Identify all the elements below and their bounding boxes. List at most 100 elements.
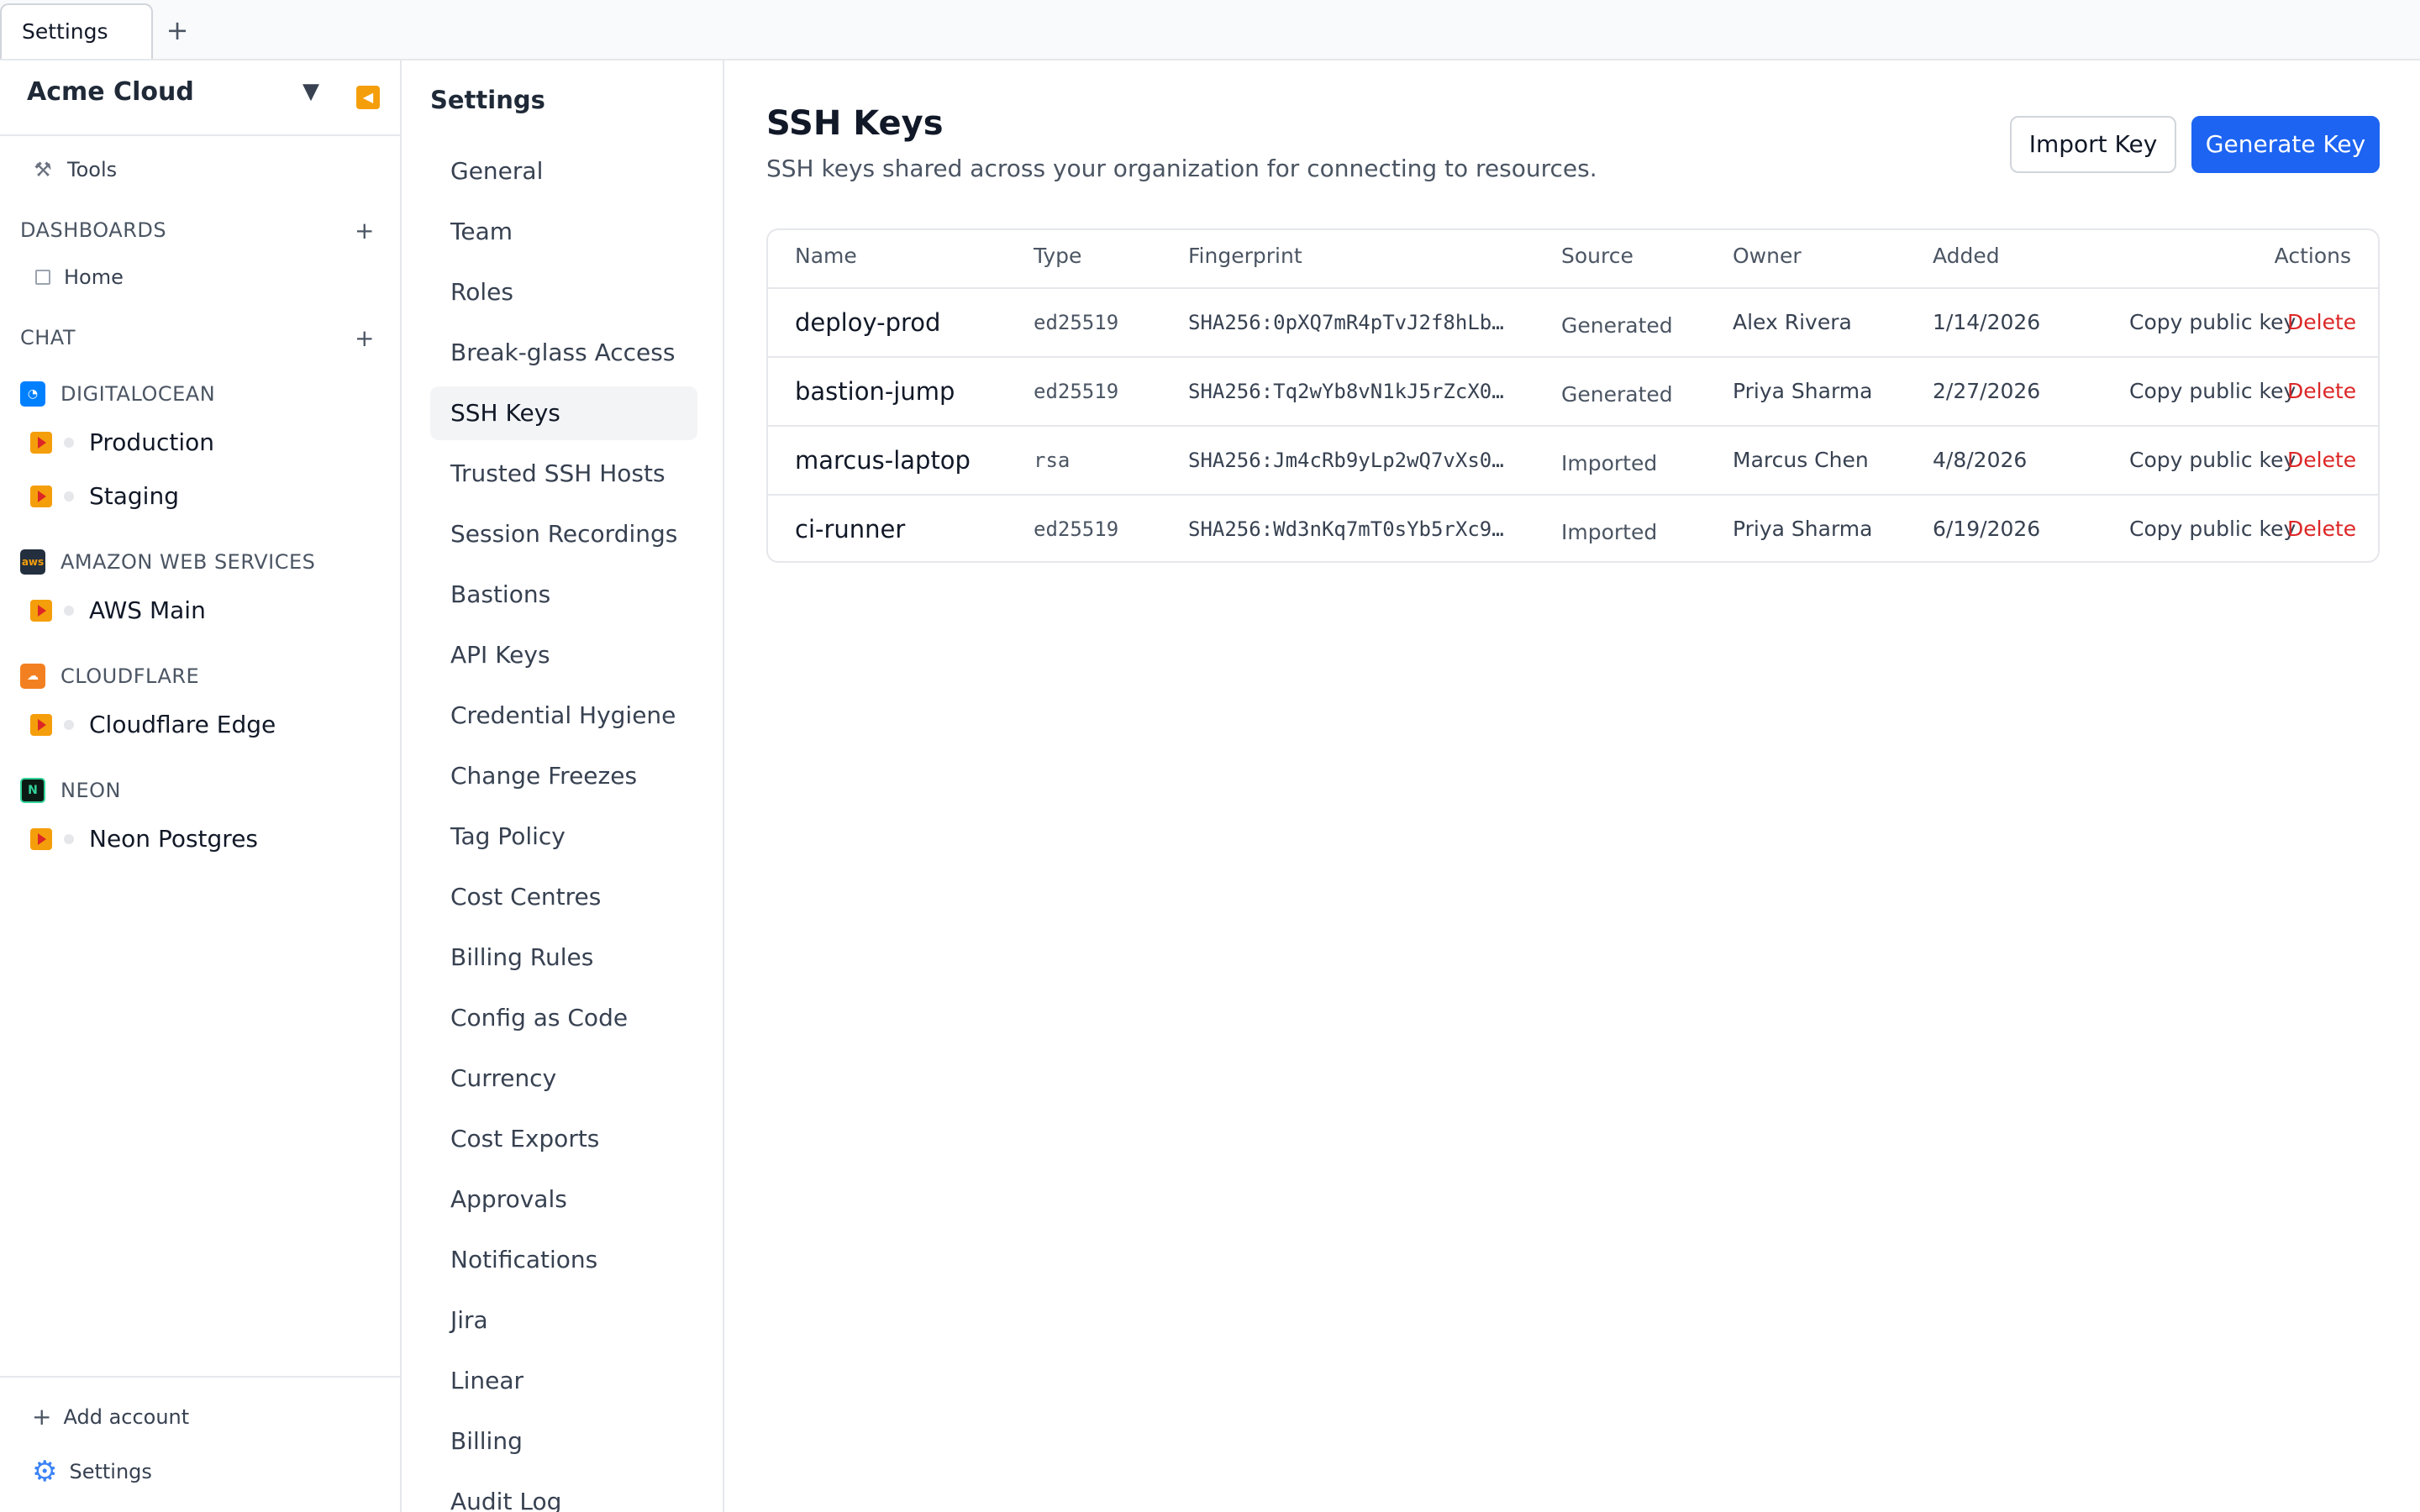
settings-nav-item[interactable]: Change Freezes: [430, 749, 697, 803]
copy-public-key-button[interactable]: Copy public key: [2129, 427, 2296, 494]
resource-icon: [30, 431, 52, 454]
settings-nav-item[interactable]: Cost Centres: [430, 870, 697, 924]
settings-nav-item[interactable]: Currency: [430, 1052, 697, 1105]
collapse-sidebar-icon[interactable]: ◀: [356, 86, 380, 109]
add-dashboard-button[interactable]: +: [355, 217, 374, 244]
status-dot: [64, 719, 74, 730]
settings-nav-item[interactable]: Config as Code: [430, 991, 697, 1045]
settings-nav-item-active[interactable]: SSH Keys: [430, 386, 697, 440]
section-title: CHAT: [20, 326, 76, 349]
sidebar-item-label: Tools: [67, 158, 118, 181]
resource-label: Production: [89, 428, 214, 456]
settings-nav-item[interactable]: Notifications: [430, 1233, 697, 1287]
resource-icon: [30, 485, 52, 507]
copy-public-key-button[interactable]: Copy public key: [2129, 496, 2296, 561]
tab-bar: Settings +: [0, 0, 2420, 60]
add-account-button[interactable]: + Add account: [32, 1403, 189, 1431]
key-added: 2/27/2026: [1933, 379, 2041, 403]
provider-neon[interactable]: N NEON: [20, 778, 121, 803]
resource-icon: [30, 713, 52, 736]
provider-name: CLOUDFLARE: [60, 664, 200, 688]
key-name: bastion-jump: [795, 377, 955, 406]
settings-nav-item[interactable]: Approvals: [430, 1173, 697, 1226]
delete-key-button[interactable]: Delete: [2287, 496, 2356, 561]
settings-nav-item[interactable]: Team: [430, 205, 697, 259]
resource-item[interactable]: AWS Main: [30, 596, 206, 624]
add-chat-button[interactable]: +: [355, 324, 374, 352]
add-account-label: Add account: [63, 1404, 190, 1429]
chat-section-header: CHAT: [20, 326, 76, 349]
settings-nav-title: Settings: [430, 86, 545, 114]
settings-nav: Settings General Team Roles Break-glass …: [403, 60, 724, 1512]
key-name: ci-runner: [795, 515, 906, 543]
new-tab-button[interactable]: +: [165, 13, 190, 47]
aws-logo-icon: aws: [20, 549, 45, 575]
key-owner: Marcus Chen: [1733, 448, 1869, 472]
page-title: SSH Keys: [766, 104, 944, 143]
column-header-added: Added: [1933, 244, 2000, 268]
key-type: ed25519: [1034, 380, 1119, 403]
resource-icon: [30, 599, 52, 622]
key-name: deploy-prod: [795, 308, 941, 337]
key-owner: Priya Sharma: [1733, 517, 1873, 541]
key-fingerprint: SHA256:Tq2wYb8vN1kJ5rZcX0…: [1188, 380, 1504, 403]
column-header-name: Name: [795, 244, 857, 268]
column-header-fingerprint: Fingerprint: [1188, 244, 1302, 268]
delete-key-button[interactable]: Delete: [2287, 289, 2356, 356]
resource-icon: [30, 827, 52, 850]
tab-settings[interactable]: Settings: [0, 3, 153, 59]
digitalocean-logo-icon: ◔: [20, 381, 45, 407]
import-key-button[interactable]: Import Key: [2010, 116, 2176, 173]
settings-nav-item[interactable]: Tag Policy: [430, 810, 697, 864]
key-source: Imported: [1561, 451, 1658, 475]
wrench-icon: ⚒: [34, 158, 52, 181]
gear-icon: ⚙: [32, 1455, 58, 1488]
settings-nav-item[interactable]: Roles: [430, 265, 697, 319]
provider-cloudflare[interactable]: ☁ CLOUDFLARE: [20, 664, 199, 689]
settings-nav-item[interactable]: Session Recordings: [430, 507, 697, 561]
delete-key-button[interactable]: Delete: [2287, 427, 2356, 494]
sidebar-item-settings[interactable]: ⚙ Settings: [32, 1455, 152, 1488]
key-source: Imported: [1561, 520, 1658, 544]
sidebar-footer: + Add account ⚙ Settings: [0, 1376, 400, 1512]
resource-item[interactable]: Production: [30, 428, 214, 456]
neon-logo-icon: N: [20, 778, 45, 803]
account-switcher[interactable]: Acme Cloud ▼ ◀: [0, 60, 400, 136]
delete-key-button[interactable]: Delete: [2287, 358, 2356, 425]
settings-nav-item[interactable]: Break-glass Access: [430, 326, 697, 380]
copy-public-key-button[interactable]: Copy public key: [2129, 358, 2296, 425]
settings-nav-item[interactable]: Billing Rules: [430, 931, 697, 984]
settings-nav-item[interactable]: Trusted SSH Hosts: [430, 447, 697, 501]
resource-label: AWS Main: [89, 596, 206, 624]
plus-icon: +: [32, 1403, 52, 1431]
generate-key-button[interactable]: Generate Key: [2191, 116, 2380, 173]
provider-digitalocean[interactable]: ◔ DIGITALOCEAN: [20, 381, 215, 407]
key-added: 6/19/2026: [1933, 517, 2041, 541]
account-sidebar: Acme Cloud ▼ ◀ ⚒ Tools DASHBOARDS + Home…: [0, 60, 402, 1512]
settings-nav-item[interactable]: Cost Exports: [430, 1112, 697, 1166]
resource-item[interactable]: Neon Postgres: [30, 825, 258, 853]
settings-nav-item[interactable]: General: [430, 144, 697, 198]
key-added: 4/8/2026: [1933, 448, 2028, 472]
settings-nav-item[interactable]: Jira: [430, 1294, 697, 1347]
settings-nav-item[interactable]: Billing: [430, 1415, 697, 1468]
page-subtitle: SSH keys shared across your organization…: [766, 155, 1597, 182]
status-dot: [64, 833, 74, 844]
settings-nav-item[interactable]: Credential Hygiene: [430, 689, 697, 743]
provider-aws[interactable]: aws AMAZON WEB SERVICES: [20, 549, 315, 575]
settings-nav-item[interactable]: Audit Log: [430, 1475, 697, 1512]
chevron-down-icon[interactable]: ▼: [302, 79, 319, 104]
ssh-keys-table: Name Type Fingerprint Source Owner Added…: [766, 228, 2380, 563]
settings-nav-item[interactable]: Linear: [430, 1354, 697, 1408]
provider-name: AMAZON WEB SERVICES: [60, 550, 316, 574]
copy-public-key-button[interactable]: Copy public key: [2129, 289, 2296, 356]
resource-item[interactable]: Staging: [30, 482, 179, 510]
key-added: 1/14/2026: [1933, 310, 2041, 334]
resource-item[interactable]: Cloudflare Edge: [30, 711, 276, 738]
sidebar-item-home[interactable]: Home: [35, 265, 124, 289]
key-source: Generated: [1561, 313, 1673, 338]
sidebar-item-tools[interactable]: ⚒ Tools: [32, 158, 117, 181]
settings-nav-item[interactable]: Bastions: [430, 568, 697, 622]
settings-nav-item[interactable]: API Keys: [430, 628, 697, 682]
status-dot: [64, 491, 74, 501]
